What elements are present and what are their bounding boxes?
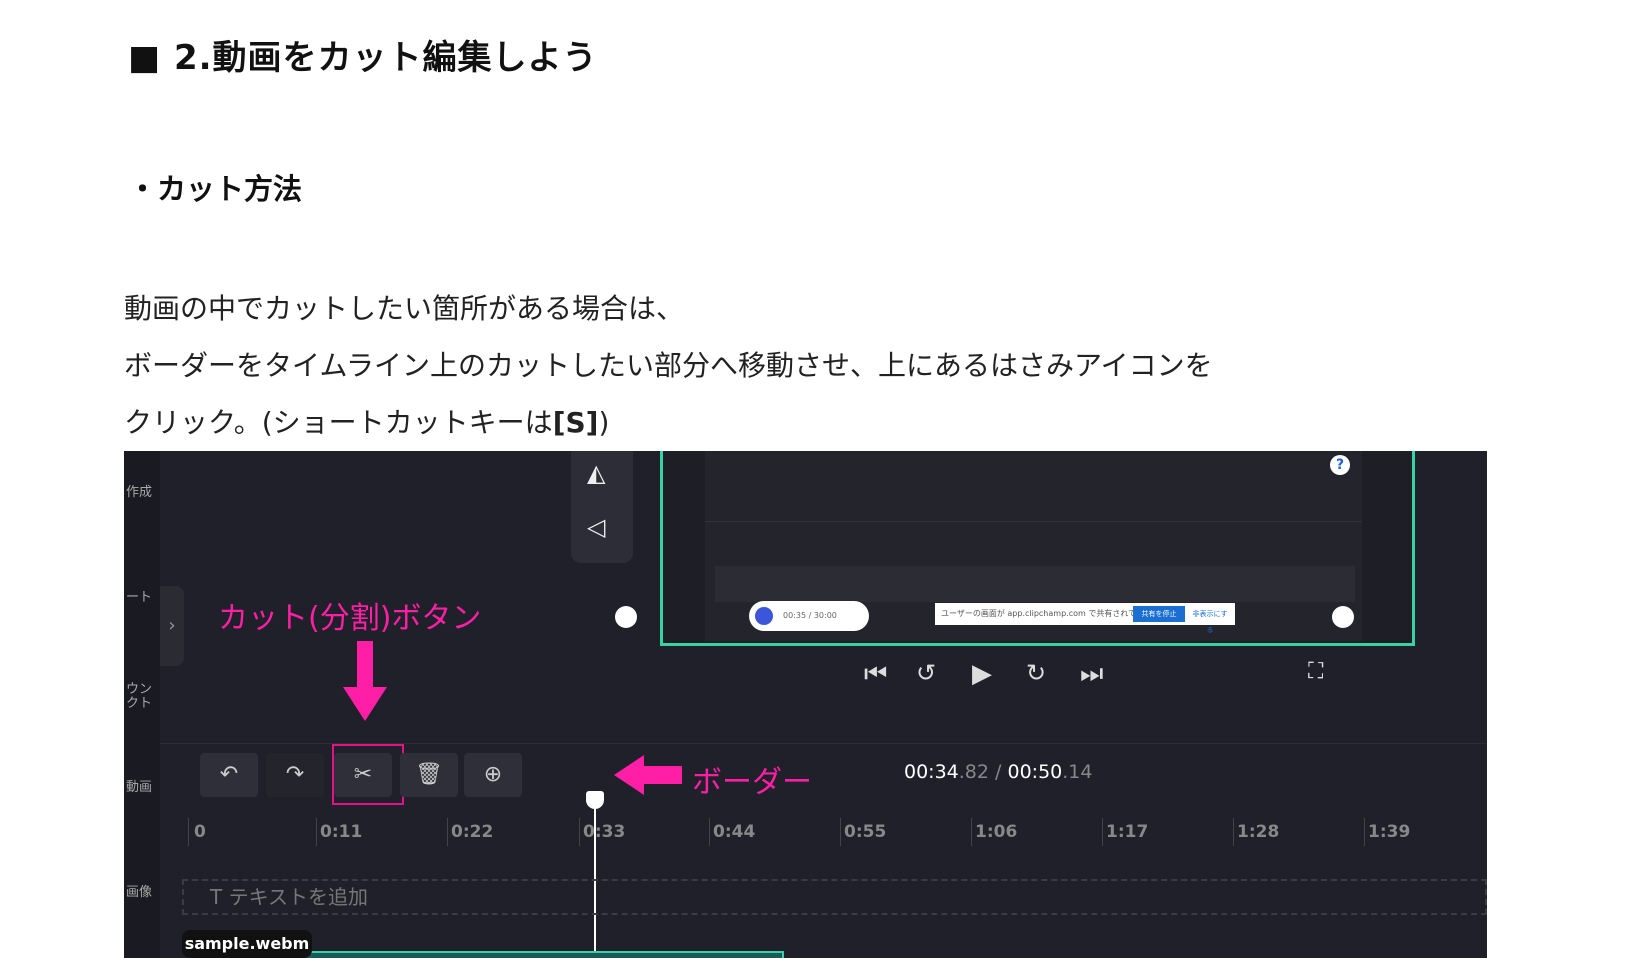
ruler-label: 0:22 [451, 822, 494, 842]
time-readout: 00:34.82 / 00:50.14 [904, 761, 1092, 783]
ruler-tick [1364, 818, 1365, 846]
chevron-right-icon[interactable]: › [160, 586, 184, 666]
rail-label-count[interactable]: ウン クト [126, 683, 152, 711]
ruler-label: 1:28 [1237, 822, 1280, 842]
page-heading: ■ 2.動画をカット編集しよう [128, 38, 598, 78]
ruler-tick [447, 818, 448, 846]
preview-sidebar [663, 451, 705, 641]
cut-button-annotation: カット(分割)ボタン [218, 601, 482, 636]
editor-screenshot: 作成 ート ウン クト 動画 画像 › ◭ ◁ 00:35 / 30:00 ユー… [124, 451, 1487, 958]
add-media-icon: ⊕ [483, 762, 503, 787]
delete-button[interactable]: 🗑 [400, 753, 458, 797]
playhead-line[interactable] [594, 791, 596, 958]
ruler-tick [1102, 818, 1103, 846]
ruler-tick [971, 818, 972, 846]
stop-sharing-button[interactable]: 共有を停止 [1133, 606, 1185, 622]
skip-forward-icon[interactable]: ⏭ [1080, 659, 1103, 690]
left-rail: 作成 ート ウン クト 動画 画像 [124, 451, 160, 958]
sharing-notice: ユーザーの画面が app.clipchamp.com で共有されています。 共有… [935, 603, 1235, 634]
instruction-paragraph: 動画の中でカットしたい箇所がある場合は、 ボーダーをタイムライン上のカットしたい… [124, 280, 1213, 451]
time-total-frac: .14 [1062, 761, 1093, 783]
fullscreen-icon[interactable]: ⛶ [1308, 659, 1323, 684]
playhead-handle[interactable] [586, 791, 604, 809]
forward-5-icon[interactable]: ↻ [1026, 659, 1046, 687]
instruction-line-3-text: クリック。(ショートカットキーは [124, 406, 553, 439]
rewind-5-icon[interactable]: ↺ [916, 659, 936, 687]
ruler-tick [579, 818, 580, 846]
timeline-ruler[interactable]: 0 0:11 0:22 0:33 0:44 0:55 1:06 1:17 1:2… [160, 804, 1487, 864]
help-icon[interactable]: ? [1330, 455, 1350, 475]
trash-icon: 🗑 [415, 762, 443, 787]
flip-vertical-icon[interactable]: ◁ [587, 513, 605, 541]
rail-label-create[interactable]: 作成 [126, 481, 152, 500]
ruler-label: 1:06 [975, 822, 1018, 842]
time-current: 00:34 [904, 761, 959, 783]
preview-track [715, 566, 1355, 602]
hide-button[interactable]: 非表示にする [1189, 606, 1231, 634]
border-annotation: ボーダー [692, 765, 812, 800]
redo-button[interactable]: ↷ [266, 753, 324, 797]
ruler-tick [316, 818, 317, 846]
section-heading: ・カット方法 [128, 172, 303, 206]
arrow-left-icon [614, 755, 682, 795]
resize-handle-left[interactable] [615, 606, 637, 628]
arrow-down-icon [343, 641, 387, 721]
time-current-frac: .82 [958, 761, 989, 783]
transform-tools: ◭ ◁ [571, 451, 633, 563]
resize-handle-right[interactable] [1332, 606, 1354, 628]
ruler-label: 0:44 [713, 822, 756, 842]
ruler-label: 0 [194, 822, 206, 842]
skip-back-icon[interactable]: ⏮ [864, 659, 887, 690]
time-separator: / [995, 761, 1002, 783]
recording-pill: 00:35 / 30:00 [749, 601, 869, 631]
ruler-tick [709, 818, 710, 846]
play-icon[interactable]: ▶ [972, 659, 992, 689]
preview-right-panel [1362, 451, 1412, 641]
rail-label-template[interactable]: ート [126, 586, 152, 605]
ruler-label: 0:55 [844, 822, 887, 842]
undo-button[interactable]: ↶ [200, 753, 258, 797]
rail-label-image[interactable]: 画像 [126, 881, 152, 900]
rail-label-video[interactable]: 動画 [126, 776, 152, 795]
ruler-label: 1:17 [1106, 822, 1149, 842]
preview-toolbar [705, 499, 1365, 522]
ruler-label: 1:39 [1368, 822, 1411, 842]
redo-icon: ↷ [285, 762, 305, 787]
ruler-label: 0:11 [320, 822, 363, 842]
video-preview[interactable]: 00:35 / 30:00 ユーザーの画面が app.clipchamp.com… [660, 451, 1415, 646]
ruler-tick [1233, 818, 1234, 846]
clip-name-tooltip: sample.webm [182, 930, 312, 958]
flip-horizontal-icon[interactable]: ◭ [587, 459, 605, 487]
instruction-line-3-end: ) [598, 406, 610, 439]
text-track[interactable]: T テキストを追加 [182, 879, 1487, 915]
undo-icon: ↶ [219, 762, 239, 787]
cut-button-highlight [332, 744, 404, 805]
ruler-tick [840, 818, 841, 846]
instruction-line-2: ボーダーをタイムライン上のカットしたい部分へ移動させ、上にあるはさみアイコンを [124, 349, 1213, 382]
shortcut-key: [S] [552, 406, 599, 439]
preview-inner: 00:35 / 30:00 ユーザーの画面が app.clipchamp.com… [705, 451, 1365, 641]
time-total: 00:50 [1007, 761, 1063, 783]
ruler-label: 0:33 [583, 822, 626, 842]
ruler-tick [188, 818, 189, 846]
instruction-line-1: 動画の中でカットしたい箇所がある場合は、 [124, 292, 685, 325]
instruction-line-3: クリック。(ショートカットキーは[S]) [124, 394, 1213, 451]
add-media-button[interactable]: ⊕ [464, 753, 522, 797]
